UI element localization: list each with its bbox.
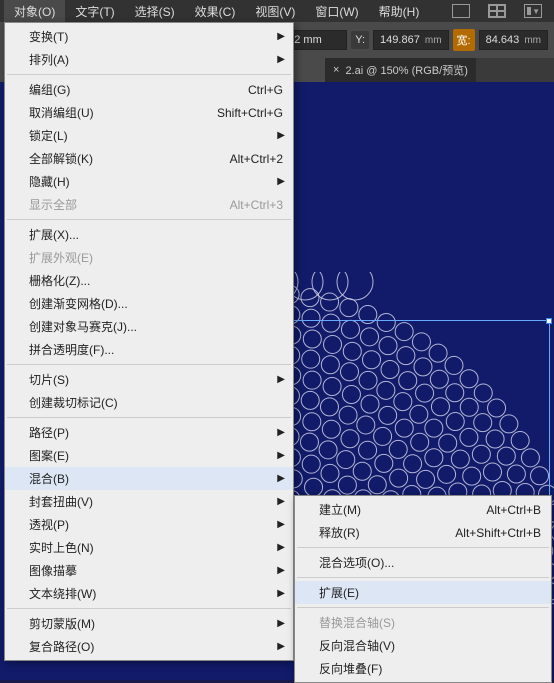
menu-help[interactable]: 帮助(H) [369,0,430,23]
menu-window[interactable]: 窗口(W) [305,0,368,23]
document-tab[interactable]: × 2.ai @ 150% (RGB/预览) [325,58,476,82]
mi-trim[interactable]: 创建裁切标记(C) [5,391,293,414]
mi-transform[interactable]: 变换(T)▶ [5,25,293,48]
smi-make[interactable]: 建立(M)Alt+Ctrl+B [295,498,551,521]
chevron-right-icon: ▶ [277,176,285,187]
mi-blend[interactable]: 混合(B)▶ [5,467,293,490]
chevron-right-icon: ▶ [277,450,285,461]
y-label: Y: [351,31,369,49]
mi-slice[interactable]: 切片(S)▶ [5,368,293,391]
chevron-right-icon: ▶ [277,618,285,629]
mi-path[interactable]: 路径(P)▶ [5,421,293,444]
mi-expand[interactable]: 扩展(X)... [5,223,293,246]
menu-type[interactable]: 文字(T) [65,0,124,23]
smi-frontback[interactable]: 反向堆叠(F) [295,657,551,680]
mi-perspective[interactable]: 透视(P)▶ [5,513,293,536]
shortcut: Alt+Ctrl+3 [210,198,283,212]
chevron-right-icon: ▶ [277,496,285,507]
mi-rasterize[interactable]: 栅格化(Z)... [5,269,293,292]
shortcut: Alt+Shift+Ctrl+B [435,526,541,540]
shortcut: Ctrl+G [228,83,283,97]
chevron-right-icon: ▶ [277,374,285,385]
separator [7,364,291,365]
chevron-right-icon: ▶ [277,588,285,599]
w-label: 宽: [453,29,475,51]
layout-dropdown-icon[interactable]: ▼ [524,4,542,18]
menu-effect[interactable]: 效果(C) [185,0,246,23]
mi-showall: 显示全部Alt+Ctrl+3 [5,193,293,216]
separator [297,547,549,548]
smi-reverse[interactable]: 反向混合轴(V) [295,634,551,657]
chevron-right-icon: ▶ [277,519,285,530]
tab-label: 2.ai @ 150% (RGB/预览) [345,62,467,78]
chevron-right-icon: ▶ [277,54,285,65]
mi-pattern[interactable]: 图案(E)▶ [5,444,293,467]
mi-livepaint[interactable]: 实时上色(N)▶ [5,536,293,559]
x-value[interactable]: 2 mm [287,30,347,50]
shortcut: Shift+Ctrl+G [197,106,283,120]
layout-icon-2[interactable] [488,4,506,18]
handle-icon[interactable] [546,318,552,324]
blend-submenu: 建立(M)Alt+Ctrl+B 释放(R)Alt+Shift+Ctrl+B 混合… [294,495,552,683]
menubar: 对象(O) 文字(T) 选择(S) 效果(C) 视图(V) 窗口(W) 帮助(H… [0,0,554,22]
mi-mosaic[interactable]: 创建对象马赛克(J)... [5,315,293,338]
separator [7,74,291,75]
separator [297,577,549,578]
menu-view[interactable]: 视图(V) [245,0,305,23]
mi-gradmesh[interactable]: 创建渐变网格(D)... [5,292,293,315]
mi-group[interactable]: 编组(G)Ctrl+G [5,78,293,101]
chevron-right-icon: ▶ [277,130,285,141]
chevron-right-icon: ▶ [277,31,285,42]
mi-clip[interactable]: 剪切蒙版(M)▶ [5,612,293,635]
mi-arrange[interactable]: 排列(A)▶ [5,48,293,71]
y-value[interactable]: 149.867 mm [373,30,449,50]
separator [7,417,291,418]
menu-select[interactable]: 选择(S) [125,0,185,23]
mi-expandapp: 扩展外观(E) [5,246,293,269]
smi-replace: 替换混合轴(S) [295,611,551,634]
separator [7,219,291,220]
mi-imgtrace[interactable]: 图像描摹▶ [5,559,293,582]
mi-flatten[interactable]: 拼合透明度(F)... [5,338,293,361]
object-menu-dropdown: 变换(T)▶ 排列(A)▶ 编组(G)Ctrl+G 取消编组(U)Shift+C… [4,22,294,661]
chevron-right-icon: ▶ [277,542,285,553]
chevron-right-icon: ▶ [277,473,285,484]
menu-object[interactable]: 对象(O) [4,0,65,23]
smi-opts[interactable]: 混合选项(O)... [295,551,551,574]
shortcut: Alt+Ctrl+B [466,503,541,517]
chevron-right-icon: ▶ [277,641,285,652]
shortcut: Alt+Ctrl+2 [210,152,283,166]
workspace-icons: ▼ [452,4,550,18]
separator [7,608,291,609]
mi-textwrap[interactable]: 文本绕排(W)▶ [5,582,293,605]
smi-release[interactable]: 释放(R)Alt+Shift+Ctrl+B [295,521,551,544]
mi-unlockall[interactable]: 全部解锁(K)Alt+Ctrl+2 [5,147,293,170]
mi-envelope[interactable]: 封套扭曲(V)▶ [5,490,293,513]
mi-lock[interactable]: 锁定(L)▶ [5,124,293,147]
mi-compound[interactable]: 复合路径(O)▶ [5,635,293,658]
w-value[interactable]: 84.643 mm [479,30,548,50]
chevron-right-icon: ▶ [277,565,285,576]
chevron-right-icon: ▶ [277,427,285,438]
separator [297,607,549,608]
mi-hide[interactable]: 隐藏(H)▶ [5,170,293,193]
close-icon[interactable]: × [333,64,339,76]
mi-ungroup[interactable]: 取消编组(U)Shift+Ctrl+G [5,101,293,124]
smi-expand[interactable]: 扩展(E) [295,581,551,604]
layout-icon-1[interactable] [452,4,470,18]
